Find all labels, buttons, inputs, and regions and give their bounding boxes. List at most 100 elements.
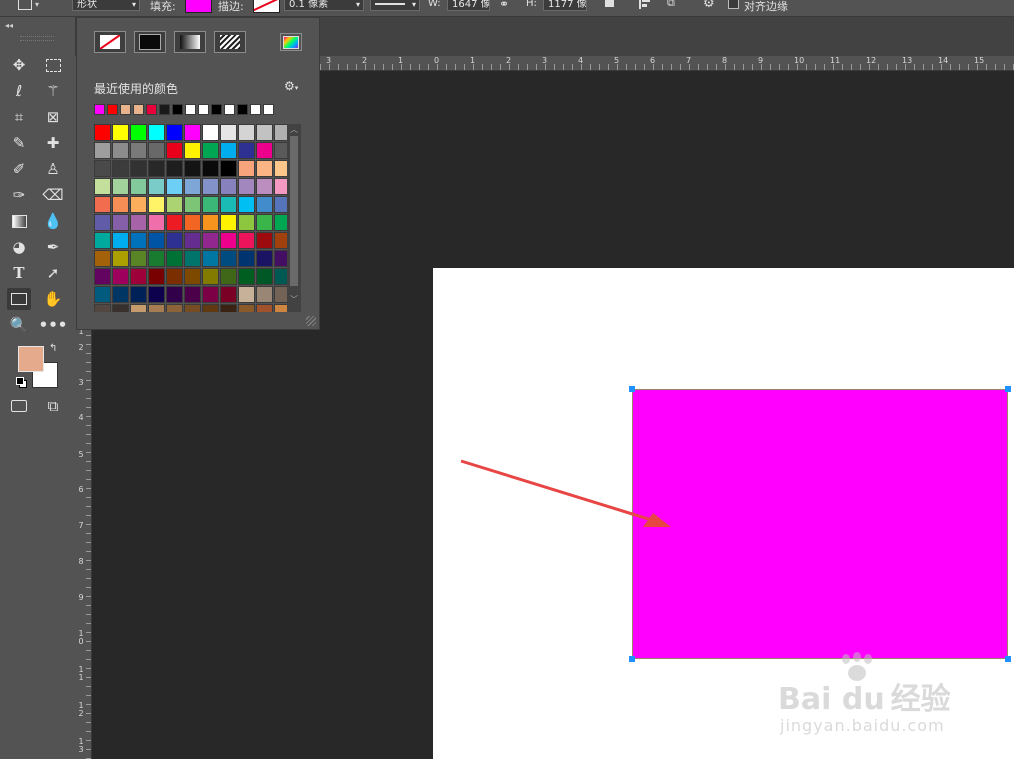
- color-swatch[interactable]: [238, 286, 255, 303]
- color-swatch[interactable]: [202, 286, 219, 303]
- color-swatch[interactable]: [274, 304, 288, 312]
- color-swatch[interactable]: [112, 232, 129, 249]
- color-swatch[interactable]: [148, 124, 165, 141]
- color-swatch[interactable]: [274, 160, 288, 177]
- color-swatch[interactable]: [220, 142, 237, 159]
- color-swatch[interactable]: [148, 232, 165, 249]
- color-swatch[interactable]: [112, 178, 129, 195]
- recent-color-swatch[interactable]: [185, 104, 196, 115]
- marquee-tool[interactable]: [41, 54, 65, 76]
- color-swatch[interactable]: [256, 160, 273, 177]
- color-swatch[interactable]: [184, 304, 201, 312]
- color-picker-button[interactable]: [280, 33, 302, 51]
- color-swatch[interactable]: [94, 160, 111, 177]
- color-swatch[interactable]: [238, 124, 255, 141]
- path-arrangement-button[interactable]: ⧉: [667, 0, 675, 10]
- align-edges-checkbox[interactable]: [728, 0, 739, 9]
- screen-mode-button[interactable]: ⧉: [41, 395, 65, 417]
- recent-color-swatch[interactable]: [107, 104, 118, 115]
- color-swatch[interactable]: [148, 178, 165, 195]
- color-swatch[interactable]: [130, 160, 147, 177]
- color-swatch[interactable]: [94, 124, 111, 141]
- path-selection-tool[interactable]: ➚: [41, 262, 65, 284]
- color-swatch[interactable]: [220, 304, 237, 312]
- color-swatch[interactable]: [274, 178, 288, 195]
- stroke-type-select[interactable]: ▾: [370, 0, 420, 11]
- recent-color-swatch[interactable]: [159, 104, 170, 115]
- color-swatch[interactable]: [184, 232, 201, 249]
- transform-handle[interactable]: [1005, 386, 1011, 392]
- color-swatch[interactable]: [202, 232, 219, 249]
- color-swatch[interactable]: [238, 304, 255, 312]
- foreground-color-swatch[interactable]: [18, 346, 44, 372]
- color-swatch[interactable]: [238, 160, 255, 177]
- gear-icon[interactable]: ⚙▾: [284, 79, 298, 93]
- color-swatch[interactable]: [94, 196, 111, 213]
- mode-select[interactable]: 形状 ▾: [72, 0, 140, 11]
- color-swatch[interactable]: [112, 124, 129, 141]
- color-swatch[interactable]: [130, 142, 147, 159]
- color-swatch[interactable]: [256, 250, 273, 267]
- color-swatch[interactable]: [94, 304, 111, 312]
- pen-tool[interactable]: ✒: [41, 236, 65, 258]
- recent-color-swatch[interactable]: [224, 104, 235, 115]
- color-swatch[interactable]: [256, 142, 273, 159]
- more-tools-button[interactable]: •••: [39, 314, 68, 336]
- color-swatch[interactable]: [184, 250, 201, 267]
- width-field[interactable]: 1647 像: [447, 0, 490, 11]
- color-swatch[interactable]: [184, 268, 201, 285]
- color-swatch[interactable]: [238, 250, 255, 267]
- color-swatch[interactable]: [94, 178, 111, 195]
- brush-tool[interactable]: ✐: [7, 158, 31, 180]
- recent-color-swatch[interactable]: [94, 104, 105, 115]
- color-swatch[interactable]: [202, 196, 219, 213]
- dodge-tool[interactable]: ◕: [7, 236, 31, 258]
- color-swatch[interactable]: [256, 178, 273, 195]
- color-swatch[interactable]: [184, 286, 201, 303]
- color-swatch[interactable]: [256, 268, 273, 285]
- solid-color-fill-button[interactable]: [134, 31, 166, 53]
- color-swatch[interactable]: [130, 268, 147, 285]
- history-brush-tool[interactable]: ✑: [7, 184, 31, 206]
- color-swatch[interactable]: [220, 178, 237, 195]
- lasso-tool[interactable]: ℓ: [7, 80, 31, 102]
- color-swatch[interactable]: [274, 214, 288, 231]
- color-swatch[interactable]: [130, 286, 147, 303]
- color-swatch[interactable]: [94, 250, 111, 267]
- color-swatch[interactable]: [148, 286, 165, 303]
- color-swatch[interactable]: [148, 268, 165, 285]
- color-swatch[interactable]: [184, 178, 201, 195]
- color-swatch[interactable]: [94, 142, 111, 159]
- rectangle-shape-layer[interactable]: [632, 389, 1008, 659]
- tool-preset-button[interactable]: ▾: [18, 0, 40, 10]
- color-swatch[interactable]: [256, 196, 273, 213]
- frame-tool[interactable]: ⊠: [41, 106, 65, 128]
- recent-color-swatch[interactable]: [237, 104, 248, 115]
- color-swatch[interactable]: [130, 304, 147, 312]
- color-swatch[interactable]: [256, 286, 273, 303]
- color-swatch[interactable]: [112, 196, 129, 213]
- color-swatch[interactable]: [220, 232, 237, 249]
- healing-brush-tool[interactable]: ✚: [41, 132, 65, 154]
- recent-color-swatch[interactable]: [250, 104, 261, 115]
- recent-color-swatch[interactable]: [133, 104, 144, 115]
- color-swatch[interactable]: [166, 232, 183, 249]
- color-swatch[interactable]: [238, 214, 255, 231]
- color-swatch[interactable]: [256, 304, 273, 312]
- color-swatch[interactable]: [202, 124, 219, 141]
- recent-color-swatch[interactable]: [263, 104, 274, 115]
- color-swatch[interactable]: [166, 250, 183, 267]
- color-swatch[interactable]: [220, 268, 237, 285]
- recent-color-swatch[interactable]: [211, 104, 222, 115]
- gradient-tool[interactable]: [7, 210, 31, 232]
- color-swatch[interactable]: [130, 178, 147, 195]
- color-swatch[interactable]: [130, 124, 147, 141]
- color-swatch[interactable]: [202, 304, 219, 312]
- path-alignment-button[interactable]: [638, 0, 654, 11]
- color-swatch[interactable]: [166, 286, 183, 303]
- type-tool[interactable]: T: [7, 262, 31, 284]
- color-swatch[interactable]: [238, 196, 255, 213]
- color-swatch[interactable]: [220, 124, 237, 141]
- color-swatch[interactable]: [274, 286, 288, 303]
- resize-grip-icon[interactable]: [306, 316, 316, 326]
